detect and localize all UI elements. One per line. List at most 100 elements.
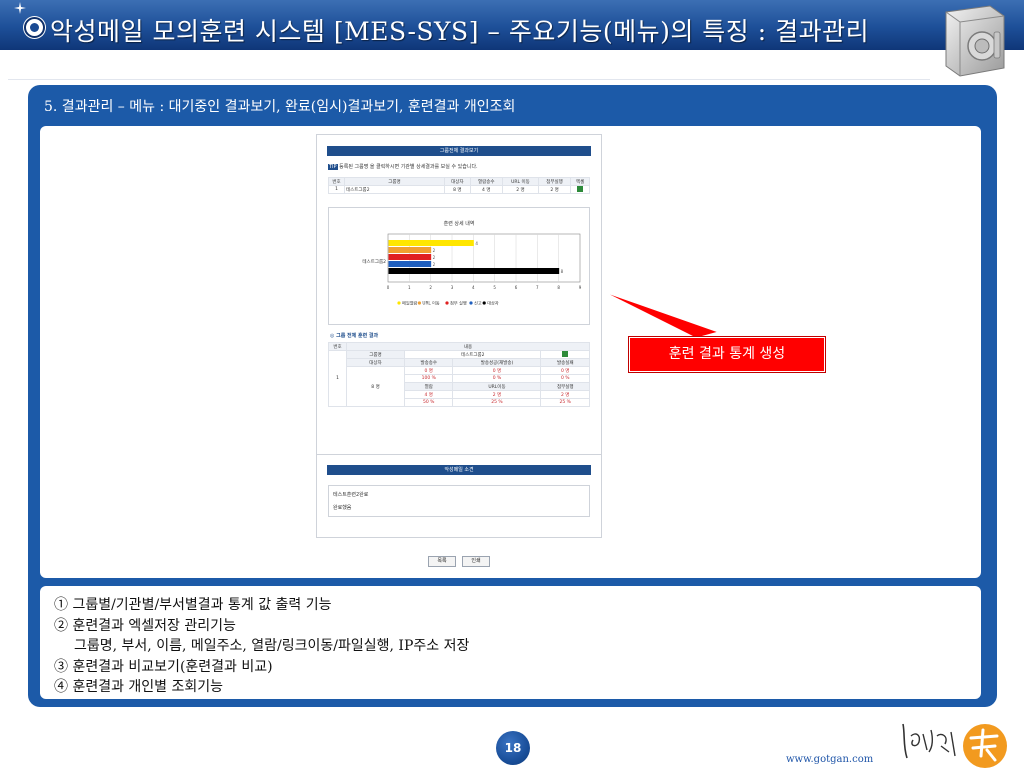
header-underline	[8, 50, 930, 80]
table-cell: 1	[328, 185, 345, 194]
detail-section-label: 그룹 전체 훈련 결과	[336, 333, 379, 339]
tip-text: 등록된 그룹명 을 클릭하시면 기관별 상세결과를 보실 수 있습니다.	[339, 164, 478, 170]
result-screenshot: 그룹전체 결과보기 TIP 등록된 그룹명 을 클릭하시면 기관별 상세결과를 …	[316, 134, 602, 456]
sub-header: 대상자	[346, 358, 405, 367]
mini-tip: TIP 등록된 그룹명 을 클릭하시면 기관별 상세결과를 보실 수 있습니다.	[328, 163, 478, 170]
bar-data-label: 2	[433, 248, 436, 253]
note-line: 테스트훈련2완료	[333, 492, 369, 498]
col-header: 내용	[346, 342, 590, 351]
pct-cell: 25 %	[452, 398, 542, 407]
x-tick-label: 2	[429, 285, 432, 290]
chart-ticks: 0 1 2 3 4 5 6 7 8 9	[387, 285, 582, 290]
x-tick-label: 1	[408, 285, 411, 290]
note-line: 완료했음	[333, 505, 352, 511]
chart-bar	[388, 261, 432, 267]
chart-bar	[388, 268, 560, 274]
chart-bar	[388, 247, 432, 253]
footer-url[interactable]: www.gotgan.com	[786, 754, 873, 765]
col-header: 엑셀	[570, 177, 590, 186]
table-cell: 2 명	[537, 185, 572, 194]
list-button[interactable]: 목록	[428, 556, 456, 567]
table-cell: 4 명	[469, 185, 503, 194]
chart-category-label: 테스트그룹2	[362, 258, 386, 265]
legend-swatch	[469, 301, 473, 305]
col-header: 그룹명	[344, 177, 445, 186]
bar-data-label: 2	[433, 262, 436, 267]
bar-data-label: 2	[433, 255, 436, 260]
result-bar-chart: 훈련 상세 내역 4 2 2 2 8 0 1 2 3 4 5 6 7 8 9 테스트그룹2 메일열람 URL…	[362, 220, 582, 307]
feature-line: ④ 훈련결과 개인별 조회기능	[54, 679, 224, 695]
group-table-header: 번호 그룹명 대상자 열람송수 URL 이동 첨부실행 엑셀	[328, 177, 590, 186]
chart-box: 훈련 상세 내역 4 2 2 2 8 0 1 2 3 4 5 6 7 8 9 테스트그룹2 메일열람 URL…	[328, 207, 590, 325]
legend-label: 첨부 실행	[450, 300, 467, 307]
legend-swatch	[417, 301, 421, 305]
chart-bar	[388, 240, 474, 246]
value-cell: 0 명	[403, 366, 454, 375]
legend-label: 메일열람	[402, 300, 418, 307]
note-section: 악성메일 소견 테스트훈련2완료 완료했음	[316, 454, 602, 538]
value-cell: 2 명	[540, 390, 590, 399]
col-header: URL 이동	[501, 177, 539, 186]
print-button[interactable]: 인쇄	[462, 556, 490, 567]
pct-cell: 100 %	[403, 374, 454, 383]
excel-download-icon[interactable]	[577, 186, 584, 193]
group-table: 번호 그룹명 대상자 열람송수 URL 이동 첨부실행 엑셀 1 테스트그룹2 …	[328, 177, 590, 194]
excel-download-icon[interactable]	[562, 351, 569, 358]
group-value: 테스트그룹2	[403, 350, 542, 359]
pct-cell: 50 %	[403, 398, 454, 407]
pct-cell: 25 %	[540, 398, 590, 407]
chart-title: 훈련 상세 내역	[444, 220, 475, 227]
feature-description: ① 그룹별/기관별/부서별결과 통계 값 출력 기능 ② 훈련결과 엑셀저장 관…	[40, 586, 981, 699]
group-label: 그룹명	[346, 350, 405, 359]
value-cell: 2 명	[452, 390, 542, 399]
value-cell: 0 명	[452, 366, 542, 375]
section-title: 5. 결과관리 – 메뉴 : 대기중인 결과보기, 완료(임시)결과보기, 훈련…	[44, 99, 516, 115]
bar-data-label: 8	[561, 269, 564, 274]
slide-header: 악성메일 모의훈련 시스템 [MES-SYS] – 주요기능(메뉴)의 특징 :…	[0, 0, 1024, 50]
pct-cell: 0 %	[540, 374, 590, 383]
x-tick-label: 4	[472, 285, 475, 290]
value-cell: 0 명	[540, 366, 590, 375]
sub-header: 열람	[403, 382, 454, 391]
sub-header: 발송성공(재발송)	[452, 358, 542, 367]
group-name-link[interactable]: 테스트그룹2	[344, 185, 445, 194]
table-row[interactable]: 1 테스트그룹2 8 명 4 명 2 명 2 명	[328, 185, 590, 194]
bar-data-label: 4	[475, 241, 478, 246]
page-number: 18	[496, 731, 530, 765]
note-box: 테스트훈련2완료 완료했음	[328, 485, 590, 517]
callout-box: 훈련 결과 통계 생성	[628, 336, 826, 373]
legend-swatch	[482, 301, 486, 305]
target-count: 8 명	[346, 366, 405, 407]
detail-table: 번호 내용 1 그룹명 테스트그룹2 대상자 발송송수 발송성공(재발송) 발송…	[328, 342, 590, 407]
chart-bar	[388, 254, 432, 260]
sparkle-icon	[14, 2, 26, 14]
company-logo	[902, 723, 1007, 768]
legend-swatch	[397, 301, 401, 305]
mini-title-bar: 그룹전체 결과보기	[327, 146, 591, 156]
feature-line: ② 훈련결과 엑셀저장 관리기능	[54, 617, 236, 634]
x-tick-label: 8	[557, 285, 560, 290]
callout-arrow	[603, 291, 720, 339]
legend-label: URL 이동	[422, 300, 439, 307]
x-tick-label: 0	[387, 285, 390, 290]
feature-line: ③ 훈련결과 비교보기(훈련결과 비교)	[54, 658, 273, 675]
sub-header: 첨부실행	[540, 382, 590, 391]
row-number: 1	[328, 350, 347, 407]
col-header: 첨부실행	[537, 177, 572, 186]
sub-header: 발송송수	[403, 358, 454, 367]
x-tick-label: 9	[579, 285, 582, 290]
excel-cell	[540, 350, 590, 359]
legend-label: 대상자	[487, 300, 499, 307]
feature-line: 그룹명, 부서, 이름, 메일주소, 열람/링크이동/파일실행, IP주소 저장	[74, 638, 470, 654]
col-header: 번호	[328, 342, 347, 351]
note-title-bar: 악성메일 소견	[327, 465, 591, 475]
tip-badge: TIP	[328, 164, 338, 170]
value-cell: 4 명	[403, 390, 454, 399]
col-header: 대상자	[444, 177, 471, 186]
x-tick-label: 6	[515, 285, 518, 290]
x-tick-label: 3	[451, 285, 454, 290]
detail-section-title: ◎ 그룹 전체 훈련 결과	[330, 332, 378, 339]
x-tick-label: 5	[493, 285, 496, 290]
feature-line: ① 그룹별/기관별/부서별결과 통계 값 출력 기능	[54, 597, 332, 613]
title-bullet-icon	[24, 17, 45, 38]
